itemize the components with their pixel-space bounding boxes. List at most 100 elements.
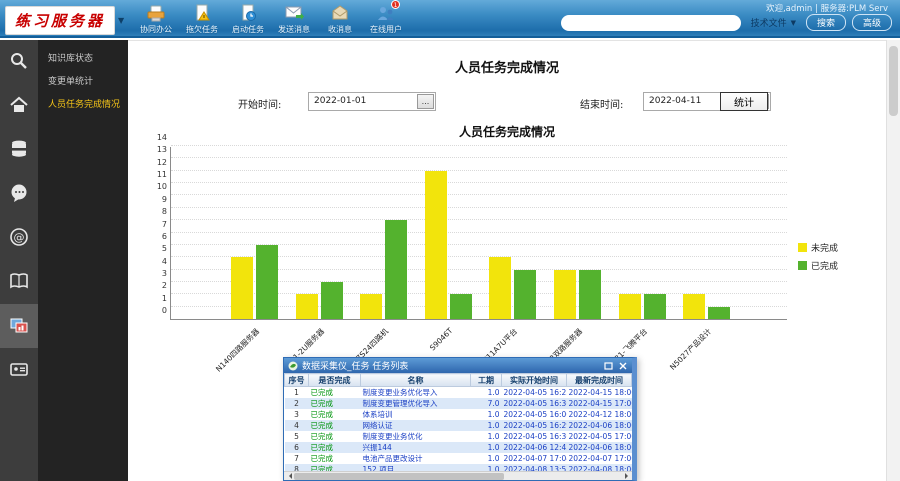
x-axis-category-label[interactable]: N140四路服务器: [197, 326, 261, 390]
table-cell: 7.0: [471, 398, 502, 409]
window-titlebar[interactable]: 数据采集仪_任务 任务列表: [284, 358, 632, 373]
bar-已完成[interactable]: [450, 294, 472, 319]
search-button[interactable]: 搜索: [806, 14, 846, 31]
nav-item[interactable]: 收消息: [317, 3, 363, 35]
column-header[interactable]: 名称: [361, 374, 471, 387]
bar-已完成[interactable]: [644, 294, 666, 319]
database-icon: [9, 139, 29, 162]
scroll-left-icon[interactable]: [286, 473, 292, 479]
rail-item-search-icon[interactable]: [0, 40, 38, 84]
task-name-link[interactable]: 网络认证: [361, 420, 471, 431]
active-task-icon: [236, 3, 260, 23]
bar-未完成[interactable]: [231, 257, 253, 319]
bar-未完成[interactable]: [425, 171, 447, 319]
search-icon: [9, 51, 29, 74]
rail-item-id-card-icon[interactable]: [0, 348, 38, 392]
bar-未完成[interactable]: [554, 270, 576, 319]
page-title: 人员任务完成情况: [128, 57, 886, 76]
task-name-link[interactable]: 兴振144: [361, 442, 471, 453]
scroll-right-icon[interactable]: [625, 473, 631, 479]
column-header[interactable]: 实际开始时间: [502, 374, 567, 387]
table-cell: 1.0: [471, 409, 502, 420]
column-header[interactable]: 最新完成时间: [567, 374, 632, 387]
app-logo[interactable]: 练习服务器 ▼: [5, 6, 124, 35]
task-name-link[interactable]: 电池产品更改设计: [361, 453, 471, 464]
table-cell: 已完成: [309, 431, 361, 442]
close-button[interactable]: [617, 361, 628, 371]
rail-item-report-icon[interactable]: [0, 304, 38, 348]
start-date-picker-button[interactable]: ...: [417, 94, 434, 109]
bar-group: [683, 294, 730, 319]
bar-已完成[interactable]: [579, 270, 601, 319]
start-date-input[interactable]: 2022-01-01 ...: [308, 92, 436, 111]
bar-未完成[interactable]: [489, 257, 511, 319]
task-name-link[interactable]: 制度变更业务优化导入: [361, 387, 471, 399]
window-title: 数据采集仪_任务 任务列表: [302, 359, 600, 372]
task-name-link[interactable]: 制度变更业务优化: [361, 431, 471, 442]
advanced-search-button[interactable]: 高级: [852, 14, 892, 31]
column-header[interactable]: 序号: [285, 374, 309, 387]
table-cell: 2022-04-06 12:42: [502, 442, 567, 453]
table-row[interactable]: 3已完成体系培训1.02022-04-05 16:002022-04-12 18…: [285, 409, 632, 420]
sidebar-item[interactable]: 人员任务完成情况: [38, 92, 128, 115]
page-scrollbar[interactable]: [886, 40, 900, 481]
rail-item-home-icon[interactable]: [0, 84, 38, 128]
nav-item[interactable]: 发送消息: [271, 3, 317, 35]
rail-item-book-icon[interactable]: [0, 260, 38, 304]
search-input[interactable]: [561, 15, 741, 31]
table-row[interactable]: 7已完成电池产品更改设计1.02022-04-07 17:042022-04-0…: [285, 453, 632, 464]
rail-item-chat-icon[interactable]: [0, 172, 38, 216]
bar-已完成[interactable]: [708, 307, 730, 319]
table-row[interactable]: 1已完成制度变更业务优化导入1.02022-04-05 16:222022-04…: [285, 387, 632, 399]
sidebar-item[interactable]: 变更单统计: [38, 69, 128, 92]
table-cell: 已完成: [309, 398, 361, 409]
nav-item[interactable]: 拖欠任务: [179, 3, 225, 35]
nav-item[interactable]: 启动任务: [225, 3, 271, 35]
nav-item[interactable]: 协同办公: [133, 3, 179, 35]
bar-已完成[interactable]: [256, 245, 278, 319]
y-axis-tick-label: 14: [143, 133, 167, 142]
table-cell: 5: [285, 431, 309, 442]
statistics-button[interactable]: 统计: [720, 92, 768, 111]
table-cell: 1.0: [471, 453, 502, 464]
popup-scrollbar-thumb[interactable]: [294, 473, 504, 480]
rail-item-database-icon[interactable]: [0, 128, 38, 172]
table-cell: 2022-04-15 18:00: [567, 387, 632, 399]
table-cell: 2022-04-05 16:22: [502, 387, 567, 399]
logo-dropdown-caret-icon[interactable]: ▼: [118, 16, 124, 25]
nav-item-label: 发送消息: [278, 24, 310, 35]
table-row[interactable]: 5已完成制度变更业务优化1.02022-04-05 16:362022-04-0…: [285, 431, 632, 442]
search-category-select[interactable]: 技术文件 ▼: [747, 16, 800, 29]
table-row[interactable]: 2已完成制度变更管理优化导入7.02022-04-05 16:362022-04…: [285, 398, 632, 409]
gridline: [171, 194, 787, 195]
bar-已完成[interactable]: [385, 220, 407, 319]
bar-已完成[interactable]: [321, 282, 343, 319]
chart-plot-area: 01234567891011121314N140四路服务器N31-2U服务器N0…: [170, 147, 787, 320]
rail-item-at-circle-icon[interactable]: @: [0, 216, 38, 260]
bar-已完成[interactable]: [514, 270, 536, 319]
task-name-link[interactable]: 制度变更管理优化导入: [361, 398, 471, 409]
table-cell: 4: [285, 420, 309, 431]
bar-未完成[interactable]: [296, 294, 318, 319]
task-name-link[interactable]: 体系培训: [361, 409, 471, 420]
nav-item-label: 拖欠任务: [186, 24, 218, 35]
x-axis-category-label[interactable]: N5027产品设计: [650, 326, 714, 390]
bar-group: [619, 294, 666, 319]
gridline: [171, 157, 787, 158]
sidebar-item[interactable]: 知识库状态: [38, 46, 128, 69]
icon-rail: @: [0, 40, 38, 481]
minimize-button[interactable]: [603, 361, 614, 371]
column-header[interactable]: 是否完成: [309, 374, 361, 387]
bar-未完成[interactable]: [360, 294, 382, 319]
table-row[interactable]: 4已完成网络认证1.02022-04-05 16:292022-04-06 18…: [285, 420, 632, 431]
table-cell: 6: [285, 442, 309, 453]
app-logo-text: 练习服务器: [5, 6, 115, 35]
bar-未完成[interactable]: [619, 294, 641, 319]
send-message-icon: [282, 3, 306, 23]
scrollbar-thumb[interactable]: [889, 46, 898, 116]
column-header[interactable]: 工期: [471, 374, 502, 387]
nav-item[interactable]: 1在线用户: [363, 3, 409, 35]
table-row[interactable]: 6已完成兴振1441.02022-04-06 12:422022-04-06 1…: [285, 442, 632, 453]
popup-horizontal-scrollbar[interactable]: [284, 471, 633, 480]
bar-未完成[interactable]: [683, 294, 705, 319]
